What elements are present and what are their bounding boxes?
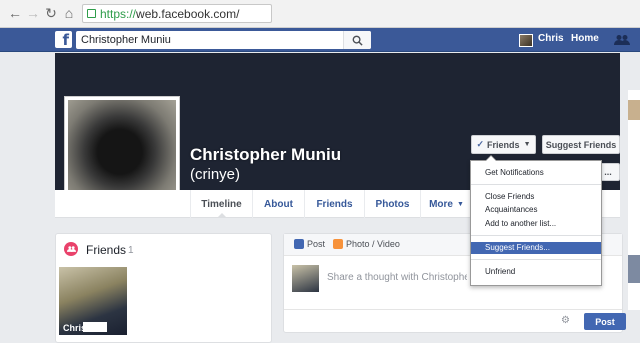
suggest-friends-button[interactable]: Suggest Friends: [542, 135, 620, 154]
search-button[interactable]: [343, 31, 371, 49]
friend-thumbnail[interactable]: Chris: [59, 267, 127, 335]
menu-item-unfriend[interactable]: Unfriend: [471, 266, 601, 278]
menu-item-suggest-friends[interactable]: Suggest Friends...: [471, 242, 601, 254]
friend-requests-icon[interactable]: [614, 34, 630, 49]
friends-card-title[interactable]: Friends: [86, 243, 126, 257]
composer-tab-photo-label: Photo / Video: [346, 239, 400, 249]
friends-icon: [64, 242, 78, 256]
reload-icon[interactable]: ↻: [42, 4, 60, 22]
menu-divider: [471, 235, 601, 236]
url-text: https://web.facebook.com/: [100, 6, 240, 21]
right-column-thumbnail: [628, 255, 640, 283]
check-icon: ✓: [476, 139, 485, 149]
lock-icon: [87, 9, 96, 18]
browser-toolbar: ← → ↻ ⌂ https://web.facebook.com/: [0, 0, 640, 28]
friends-dropdown-menu: Get Notifications Close Friends Acquaint…: [470, 155, 602, 286]
composer-tab-photo[interactable]: Photo / Video: [333, 239, 400, 249]
tab-about[interactable]: About: [252, 190, 304, 218]
tab-more[interactable]: More ▼: [420, 190, 472, 218]
menu-item-acquaintances[interactable]: Acquaintances: [471, 204, 601, 216]
post-button[interactable]: Post: [584, 313, 626, 330]
profile-alternate-name: (crinye): [190, 166, 241, 183]
composer-avatar: [292, 265, 319, 292]
user-avatar[interactable]: [519, 34, 533, 47]
friends-count: 1: [128, 245, 134, 256]
forward-arrow-icon[interactable]: →: [24, 4, 42, 22]
facebook-top-bar: f Chris Home: [0, 28, 640, 52]
caret-down-icon: ▼: [523, 141, 531, 148]
friends-button-label: Friends: [487, 139, 520, 150]
menu-divider: [471, 184, 601, 185]
back-arrow-icon[interactable]: ←: [6, 4, 24, 22]
menu-item-close-friends[interactable]: Close Friends: [471, 191, 601, 203]
menu-item-add-to-list[interactable]: Add to another list...: [471, 218, 601, 230]
redaction-box: [83, 322, 107, 332]
composer-divider: [284, 309, 622, 310]
search-input[interactable]: [76, 32, 336, 48]
friends-button[interactable]: ✓ Friends ▼: [471, 135, 536, 154]
home-link[interactable]: Home: [571, 33, 599, 44]
home-icon[interactable]: ⌂: [60, 4, 78, 22]
address-bar[interactable]: https://web.facebook.com/: [82, 4, 272, 23]
composer-input[interactable]: Share a thought with Christopher: [327, 272, 467, 283]
search-icon: [352, 35, 363, 46]
audience-gear-icon[interactable]: ⚙: [561, 315, 570, 326]
photo-icon: [333, 239, 343, 249]
tab-more-label: More: [429, 198, 453, 210]
friends-card: Friends 1 Chris: [55, 233, 272, 343]
profile-link[interactable]: Chris: [538, 33, 564, 44]
menu-divider: [471, 259, 601, 260]
tab-timeline[interactable]: Timeline: [190, 190, 252, 218]
tab-friends[interactable]: Friends: [304, 190, 364, 218]
profile-name[interactable]: Christopher Muniu: [190, 145, 341, 165]
facebook-logo[interactable]: f: [55, 31, 72, 49]
search-box: [76, 31, 371, 49]
caret-down-icon: ▼: [456, 200, 464, 208]
tab-photos[interactable]: Photos: [364, 190, 420, 218]
menu-item-get-notifications[interactable]: Get Notifications: [471, 167, 601, 179]
pencil-icon: [294, 239, 304, 249]
right-column-thumbnail: [628, 100, 640, 120]
composer-tab-post[interactable]: Post: [294, 239, 325, 249]
composer-tab-post-label: Post: [307, 239, 326, 249]
